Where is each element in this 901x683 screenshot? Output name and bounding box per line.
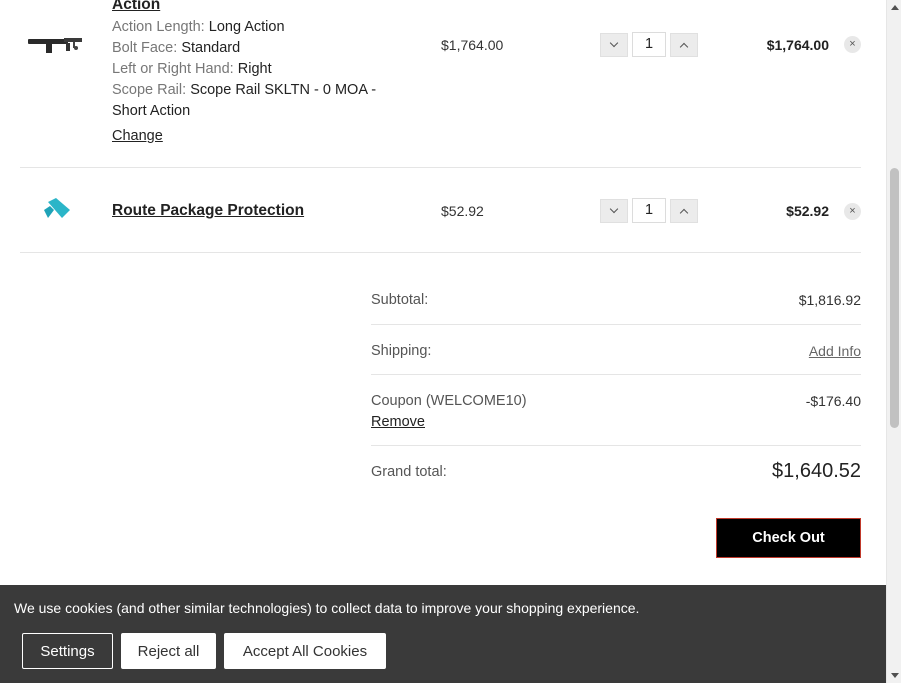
chevron-down-icon [609, 38, 619, 47]
chevron-down-icon [609, 204, 619, 213]
arrow-down-icon [890, 673, 899, 678]
option-label: Bolt Face: [112, 40, 178, 56]
grand-total-label: Grand total: [371, 464, 447, 480]
option-label: Action Length: [112, 19, 205, 35]
cookie-message: We use cookies (and other similar techno… [14, 600, 640, 616]
add-shipping-info-link[interactable]: Add Info [809, 343, 861, 359]
cart-page: Action Action Length: Long Action Bolt F… [0, 0, 886, 683]
cart-totals: Subtotal: $1,816.92 Shipping: Add Info C… [371, 274, 861, 497]
subtotal-label: Subtotal: [371, 292, 429, 308]
quantity-input[interactable]: 1 [632, 198, 666, 223]
decrease-quantity-button[interactable] [600, 32, 628, 57]
coupon-row: Coupon (WELCOME10) -$176.40 Remove [371, 375, 861, 446]
quantity-stepper: 1 [600, 32, 698, 57]
option-value: Standard [181, 40, 241, 56]
subtotal-row: Subtotal: $1,816.92 [371, 274, 861, 325]
shipping-row: Shipping: Add Info [371, 325, 861, 375]
option-value: Right [237, 61, 272, 77]
scrollbar-thumb[interactable] [890, 168, 899, 428]
checkout-button[interactable]: Check Out [716, 518, 861, 558]
remove-item-button[interactable]: × [844, 203, 861, 220]
rifle-action-image[interactable] [26, 28, 86, 58]
change-options-link[interactable]: Change [112, 128, 163, 144]
coupon-discount-value: -$176.40 [805, 393, 861, 409]
unit-price: $52.92 [441, 203, 484, 219]
remove-item-button[interactable]: × [844, 36, 861, 53]
option-row: Left or Right Hand: Right [112, 59, 412, 80]
chevron-up-icon [679, 208, 689, 217]
product-title-link[interactable]: Route Package Protection [112, 202, 304, 220]
product-title-link[interactable]: Action [112, 0, 160, 14]
cart-line-item: Route Package Protection $52.92 1 $52.92… [20, 168, 861, 253]
cart-line-item: Action Action Length: Long Action Bolt F… [20, 0, 861, 168]
increase-quantity-button[interactable] [670, 32, 698, 57]
accept-all-cookies-button[interactable]: Accept All Cookies [224, 633, 386, 669]
option-row: Scope Rail: Scope Rail SKLTN - 0 MOA - S… [112, 80, 412, 122]
shipping-label: Shipping: [371, 343, 432, 359]
unit-price: $1,764.00 [441, 37, 504, 53]
line-total: $52.92 [786, 203, 829, 219]
reject-all-cookies-button[interactable]: Reject all [121, 633, 216, 669]
arrow-up-icon [890, 5, 899, 10]
route-logo-image[interactable] [26, 196, 86, 226]
line-total: $1,764.00 [766, 37, 829, 53]
scroll-up-arrow[interactable] [887, 0, 901, 15]
option-row: Action Length: Long Action [112, 17, 412, 38]
quantity-stepper: 1 [600, 198, 698, 223]
product-options: Action Length: Long Action Bolt Face: St… [112, 17, 412, 122]
cookie-banner: We use cookies (and other similar techno… [0, 585, 886, 683]
grand-total-value: $1,640.52 [772, 460, 861, 482]
chevron-up-icon [679, 42, 689, 51]
option-label: Left or Right Hand: [112, 61, 234, 77]
decrease-quantity-button[interactable] [600, 198, 628, 223]
cookie-settings-button[interactable]: Settings [22, 633, 113, 669]
option-label: Scope Rail: [112, 82, 187, 98]
scroll-down-arrow[interactable] [887, 668, 901, 683]
increase-quantity-button[interactable] [670, 198, 698, 223]
subtotal-value: $1,816.92 [798, 292, 861, 308]
quantity-input[interactable]: 1 [632, 32, 666, 57]
option-row: Bolt Face: Standard [112, 38, 412, 59]
coupon-label: Coupon (WELCOME10) [371, 393, 527, 409]
grand-total-row: Grand total: $1,640.52 [371, 446, 861, 497]
option-value: Long Action [208, 19, 285, 35]
vertical-scrollbar[interactable] [886, 0, 901, 683]
remove-coupon-link[interactable]: Remove [371, 414, 425, 430]
